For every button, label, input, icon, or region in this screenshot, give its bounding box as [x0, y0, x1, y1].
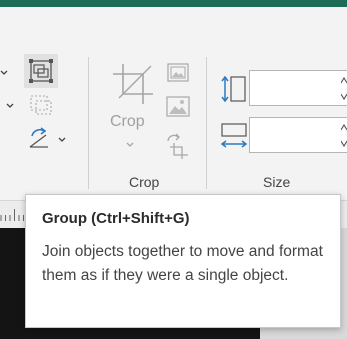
group-objects-icon	[29, 59, 53, 83]
crop-label: Crop	[110, 113, 145, 130]
tooltip-title: Group (Ctrl+Shift+G)	[42, 210, 190, 227]
group-button[interactable]	[24, 54, 58, 88]
group-separator	[206, 57, 207, 189]
fill-picture-icon[interactable]	[166, 62, 190, 84]
crop-icon	[113, 64, 153, 104]
group-separator	[88, 57, 89, 189]
size-group-label: Size	[263, 174, 291, 190]
crop-button[interactable]: Crop	[103, 62, 159, 157]
spin-down-icon[interactable]	[341, 138, 347, 148]
chevron-down-icon	[126, 142, 134, 147]
crop-group-label: Crop	[129, 174, 160, 190]
spin-down-icon[interactable]	[341, 91, 347, 101]
chevron-down-icon[interactable]	[5, 99, 15, 113]
rotate-icon[interactable]	[26, 125, 56, 155]
chevron-down-icon[interactable]	[57, 133, 67, 147]
spin-up-icon[interactable]	[341, 76, 347, 86]
title-bar	[0, 0, 347, 7]
shape-width-input[interactable]	[249, 117, 347, 153]
spin-up-icon[interactable]	[341, 123, 347, 133]
fit-picture-icon[interactable]	[165, 95, 191, 119]
shape-width-icon	[220, 123, 248, 148]
shape-height-icon	[221, 75, 246, 103]
shape-height-input[interactable]	[249, 70, 347, 106]
reset-crop-icon[interactable]	[164, 133, 192, 161]
group-tooltip: Group (Ctrl+Shift+G) Join objects togeth…	[25, 194, 341, 328]
tooltip-description: Join objects together to move and format…	[42, 243, 323, 284]
ribbon: Crop Crop Size	[0, 7, 347, 201]
chevron-down-icon[interactable]	[0, 67, 8, 81]
ungroup-icon[interactable]	[27, 91, 55, 119]
